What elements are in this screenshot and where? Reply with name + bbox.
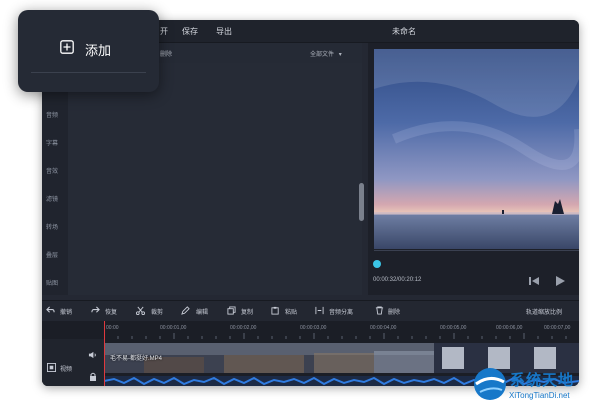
sidebar-item-overlay[interactable]: 叠层 xyxy=(46,250,58,259)
file-filter-select[interactable]: 全部文件 ▾ xyxy=(310,49,342,58)
ruler-tick-label: 00:00 xyxy=(106,325,119,331)
audio-split-button[interactable]: 音频分离 xyxy=(329,307,353,316)
sidebar-item-sticker[interactable]: 贴图 xyxy=(46,278,58,287)
lock-icon[interactable] xyxy=(89,372,97,381)
add-icon[interactable] xyxy=(60,40,74,54)
menu-open[interactable]: 开 xyxy=(160,26,168,37)
library-vertical-scrollbar[interactable] xyxy=(359,183,364,221)
delete-button[interactable]: 删除 xyxy=(388,307,400,316)
audio-split-icon xyxy=(315,306,324,315)
popup-divider xyxy=(31,72,146,73)
sidebar-item-sfx[interactable]: 音效 xyxy=(46,166,58,175)
speaker-icon[interactable] xyxy=(88,351,97,359)
edit-toolbar: 撤销 恢复 裁剪 编辑 复制 粘贴 音频分离 删除 轨道缩放比例 xyxy=(42,300,579,322)
paste-icon xyxy=(271,306,279,315)
preview-video-frame xyxy=(374,49,579,259)
sidebar-item-subtitle[interactable]: 字幕 xyxy=(46,138,58,147)
preview-progress-knob[interactable] xyxy=(373,260,381,268)
globe-logo-icon xyxy=(474,368,506,400)
sidebar-item-transition[interactable]: 转场 xyxy=(46,222,58,231)
ruler-tick-label: 00:00:04,00 xyxy=(370,325,397,331)
library-delete-button[interactable]: 删除 xyxy=(160,49,172,58)
ruler-tick-label: 00:00:06,00 xyxy=(496,325,523,331)
edit-button[interactable]: 编辑 xyxy=(196,307,208,316)
redo-icon xyxy=(91,306,100,313)
ruler-tick-label: 00:00:03,00 xyxy=(300,325,327,331)
library-content-area xyxy=(68,63,362,295)
menu-save[interactable]: 保存 xyxy=(182,26,198,37)
copy-icon xyxy=(227,306,236,315)
ruler-tick-label: 00:00:02,00 xyxy=(230,325,257,331)
playhead[interactable] xyxy=(104,321,105,386)
ruler-tick-label: 00:00:07,00 xyxy=(544,325,571,331)
file-filter-label: 全部文件 xyxy=(310,52,335,58)
copy-button[interactable]: 复制 xyxy=(241,307,253,316)
chevron-down-icon: ▾ xyxy=(338,52,342,58)
redo-button[interactable]: 恢复 xyxy=(105,307,117,316)
video-track-label: 视频 xyxy=(60,367,73,373)
paste-button[interactable]: 粘贴 xyxy=(285,307,297,316)
library-sidebar: 音频 字幕 音效 滤镜 转场 叠层 贴图 xyxy=(42,63,68,295)
video-track-icon xyxy=(47,363,56,372)
video-track-header: 视频 xyxy=(42,339,104,386)
watermark-text-cn: 系统天地 xyxy=(510,372,575,389)
window-title: 未命名 xyxy=(392,27,416,36)
ruler-ticks xyxy=(104,333,567,339)
add-button[interactable]: 添加 xyxy=(85,40,111,59)
undo-button[interactable]: 撤销 xyxy=(60,307,72,316)
track-zoom-label[interactable]: 轨道缩放比例 xyxy=(526,307,562,316)
cut-button[interactable]: 裁剪 xyxy=(151,307,163,316)
ruler-tick-label: 00:00:05,00 xyxy=(440,325,467,331)
pencil-icon xyxy=(181,306,190,315)
clip-name: 毛不易-都挺好.MP4 xyxy=(110,356,163,362)
timeline-ruler: 00:00 00:00:01,00 00:00:02,00 00:00:03,0… xyxy=(104,321,579,339)
ruler-tick-label: 00:00:01,00 xyxy=(160,325,187,331)
undo-icon xyxy=(46,306,55,313)
menu-export[interactable]: 导出 xyxy=(216,26,232,37)
add-media-popup: 添加 xyxy=(18,10,159,92)
preview-timecode: 00:00:32/00:20:12 xyxy=(373,277,422,283)
play-icon[interactable] xyxy=(555,276,565,286)
scissors-icon xyxy=(136,306,145,315)
sidebar-item-filter[interactable]: 滤镜 xyxy=(46,194,58,203)
trash-icon xyxy=(375,306,384,315)
watermark-text-en: XiTongTianDi.net xyxy=(509,391,570,400)
sidebar-item-audio[interactable]: 音频 xyxy=(46,110,58,119)
previous-frame-icon[interactable] xyxy=(529,276,539,286)
